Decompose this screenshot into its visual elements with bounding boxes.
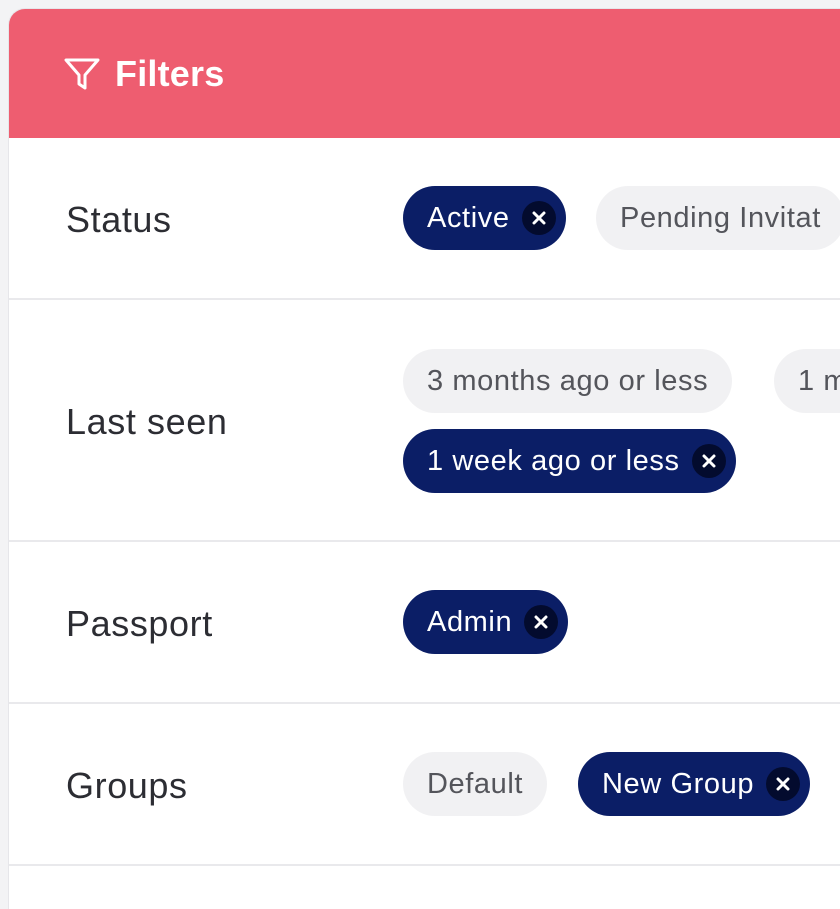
remove-chip-icon[interactable] [524,605,559,639]
remove-chip-icon[interactable] [691,444,726,478]
chip-groups-default[interactable]: Default [403,752,548,816]
chip-label: Active [427,201,510,234]
chip-label: Pending Invitat [620,201,821,234]
filter-row-groups: Groups Default New Group [9,704,840,866]
filters-title: Filters [115,52,225,94]
chip-last-seen-1-week[interactable]: 1 week ago or less [403,429,736,493]
filter-label-passport: Passport [66,603,213,644]
remove-chip-icon[interactable] [766,767,801,801]
chip-status-pending[interactable]: Pending Invitat [596,186,840,250]
filters-header: Filters [9,9,840,138]
filter-label-groups: Groups [66,765,188,806]
filter-row-passport: Passport Admin [9,542,840,704]
filter-row-last-seen: Last seen 3 months ago or less 1 m 1 wee… [9,300,840,542]
chip-last-seen-3-months[interactable]: 3 months ago or less [403,349,733,413]
remove-chip-icon[interactable] [521,201,556,235]
filter-label-status: Status [66,199,172,240]
chip-passport-admin[interactable]: Admin [403,590,569,654]
chip-label: 1 m [798,364,840,397]
chip-label: Default [427,767,524,800]
filter-row-status: Status Active Pending Invitat [9,138,840,300]
chip-label: 3 months ago or less [427,364,709,397]
chip-label: New Group [602,767,755,800]
chip-last-seen-1-month[interactable]: 1 m [774,349,840,413]
chip-status-active[interactable]: Active [403,186,566,250]
filters-panel: Filters Status Active Pending Invitat La… [9,9,840,909]
chip-groups-new-group[interactable]: New Group [578,752,811,816]
chip-label: Admin [427,605,513,638]
funnel-icon [63,55,101,93]
filter-label-last-seen: Last seen [66,401,228,442]
chip-label: 1 week ago or less [427,444,680,477]
